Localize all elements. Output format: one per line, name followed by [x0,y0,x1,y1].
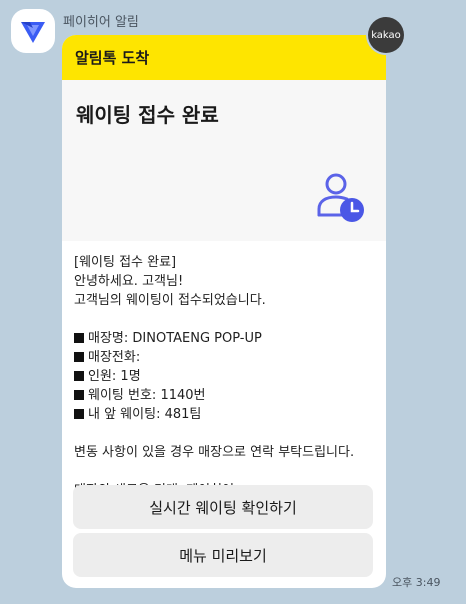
bullet-icon [74,390,84,400]
bullet-icon [74,333,84,343]
detail-store-name: 매장명: DINOTAENG POP-UP [74,329,374,348]
kakao-badge: kakao [368,17,404,53]
user-clock-icon [317,173,364,222]
intro-line: 고객님의 웨이팅이 접수되었습니다. [74,293,266,308]
sender-avatar[interactable] [11,9,55,53]
menu-preview-button[interactable]: 메뉴 미리보기 [73,533,373,577]
bullet-icon [74,352,84,362]
intro-line: [웨이팅 접수 완료] [74,255,177,270]
hero-title: 웨이팅 접수 완료 [76,103,219,127]
notice-text: 변동 사항이 있을 경우 매장으로 연락 부탁드립니다. [74,445,355,460]
message-bubble: 알림톡 도착 웨이팅 접수 완료 [웨이팅 접수 완료] 안녕하세요. 고객님!… [62,35,386,588]
check-waiting-button[interactable]: 실시간 웨이팅 확인하기 [73,485,373,529]
detail-waiting-number: 웨이팅 번호: 1140번 [74,386,374,405]
message-time: 오후 3:49 [392,576,441,589]
detail-queue-ahead: 내 앞 웨이팅: 481팀 [74,405,374,424]
detail-store-phone: 매장전화: [74,348,374,367]
payhere-logo-icon [21,22,45,43]
sender-name: 페이히어 알림 [63,15,139,30]
bullet-icon [74,409,84,419]
bullet-icon [74,371,84,381]
detail-party-size: 인원: 1명 [74,367,374,386]
intro-line: 안녕하세요. 고객님! [74,274,184,289]
hero-section: 웨이팅 접수 완료 [62,80,386,241]
message-body: [웨이팅 접수 완료] 안녕하세요. 고객님! 고객님의 웨이팅이 접수되었습니… [62,241,386,500]
message-header: 알림톡 도착 [62,35,386,80]
